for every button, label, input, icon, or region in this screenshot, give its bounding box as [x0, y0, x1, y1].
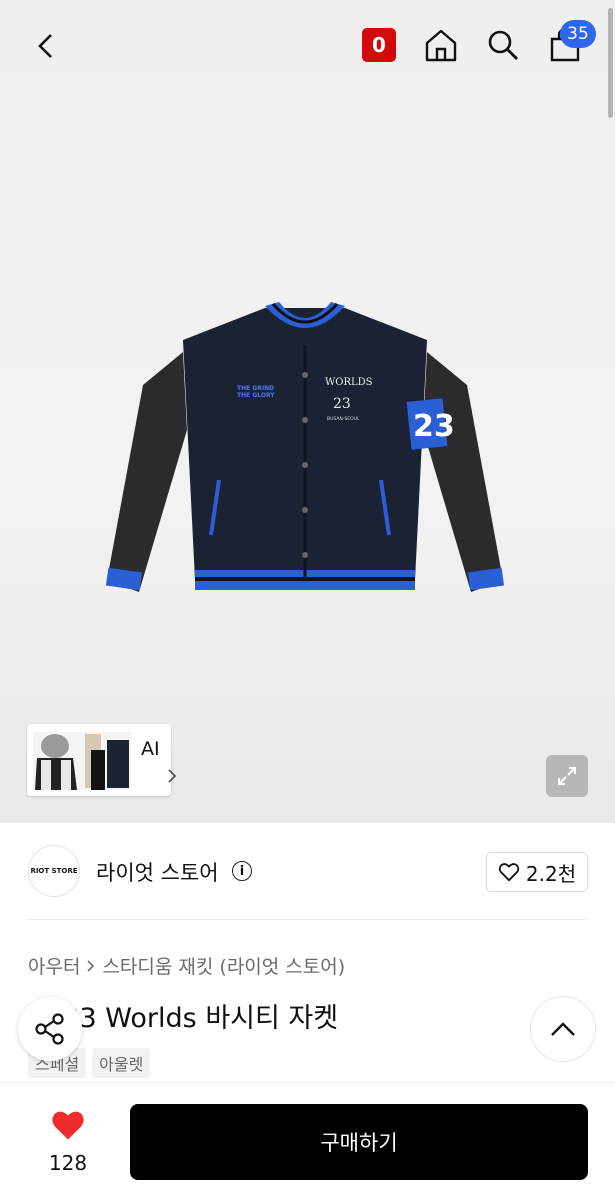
shop-like-count: 2.2천 — [525, 861, 577, 886]
shop-row: RIOT STORE 라이엇 스토어 i 2.2천 — [0, 823, 615, 919]
scroll-to-top-button[interactable] — [530, 996, 596, 1062]
chest-print-sub: BUSAN-SEOUL — [327, 416, 360, 422]
breadcrumb: 아우터 스타디움 재킷 (라이엇 스토어) — [28, 952, 345, 979]
chest-print-worlds: WORLDS — [325, 377, 373, 388]
ai-thumbnail-card[interactable]: AI — [27, 724, 177, 796]
breadcrumb-category[interactable]: 아우터 — [28, 952, 80, 979]
product-like-button[interactable]: 128 — [34, 1107, 102, 1177]
chevron-right-icon — [87, 959, 95, 972]
back-button[interactable] — [22, 22, 70, 70]
breadcrumb-subcategory[interactable]: 스타디움 재킷 (라이엇 스토어) — [102, 952, 345, 979]
search-icon — [488, 30, 518, 60]
home-icon — [425, 29, 457, 62]
divider — [28, 919, 587, 920]
product-image: THE GRIND THE GLORY WORLDS 23 BUSAN-SEOU… — [105, 302, 505, 592]
chest-print-number: 23 — [333, 396, 351, 412]
oco-badge[interactable]: 0 — [362, 28, 396, 62]
thumbnail-label: AI — [141, 738, 160, 760]
expand-icon[interactable] — [546, 755, 588, 797]
chevron-right-icon — [168, 769, 177, 783]
shop-like-button[interactable]: 2.2천 — [486, 852, 588, 892]
home-button[interactable] — [418, 22, 464, 68]
product-like-count: 128 — [48, 1151, 88, 1175]
search-button[interactable] — [480, 22, 526, 68]
buy-button[interactable]: 구매하기 — [130, 1104, 588, 1180]
tag-outlet: 아울렛 — [92, 1048, 151, 1078]
product-image-gallery[interactable]: THE GRIND THE GLORY WORLDS 23 BUSAN-SEOU… — [0, 0, 615, 823]
chest-print-line2: THE GLORY — [237, 392, 275, 399]
scrollbar[interactable] — [608, 8, 613, 118]
thumbnail-image — [33, 732, 131, 790]
share-icon — [35, 1013, 64, 1045]
info-icon[interactable]: i — [232, 861, 252, 881]
shop-name[interactable]: 라이엇 스토어 — [96, 857, 219, 887]
sleeve-print-number: 23 — [413, 409, 455, 444]
chevron-up-icon — [551, 1022, 575, 1036]
heart-outline-icon — [498, 863, 520, 882]
shop-logo[interactable]: RIOT STORE — [28, 845, 80, 897]
bottom-bar: 128 구매하기 — [0, 1082, 615, 1201]
shop-logo-text: RIOT STORE — [30, 867, 78, 875]
share-button[interactable] — [18, 997, 82, 1061]
cart-count-badge: 35 — [560, 20, 596, 48]
chest-print-line1: THE GRIND — [237, 385, 274, 392]
chevron-left-icon — [38, 34, 52, 58]
heart-filled-icon — [52, 1111, 84, 1140]
